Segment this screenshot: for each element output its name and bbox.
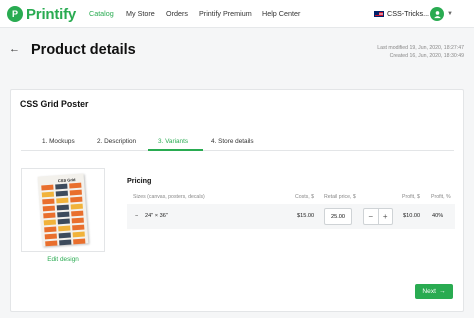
variant-profit: $10.00 [403,213,421,219]
printify-logo[interactable]: P Printify [7,5,76,23]
nav-link-catalog[interactable]: Catalog [89,9,114,18]
table-row: − 24" × 36" $15.00 25.00 − + $10.00 40% [127,204,455,229]
nav-link-orders[interactable]: Orders [166,9,188,18]
created-text: Created 16, Jun, 2020, 18:30:49 [389,53,464,59]
nav-link-my-store[interactable]: My Store [126,9,155,18]
user-avatar[interactable] [430,7,444,21]
next-button-label: Next [422,288,436,295]
nav-link-help-center[interactable]: Help Center [262,9,300,18]
mockup-image[interactable]: CSS Grid [21,168,105,252]
page-title: Product details [31,42,136,58]
top-navigation: P Printify Catalog My Store Orders Print… [0,0,474,28]
variant-size: 24" × 36" [145,213,168,219]
tab-mockups[interactable]: 1. Mockups [42,138,75,145]
last-modified-text: Last modified 19, Jun, 2020, 18:27:47 [377,45,464,51]
price-stepper: − + [363,208,393,225]
tab-description[interactable]: 2. Description [97,138,136,145]
increase-price-button[interactable]: + [379,209,393,224]
product-name: CSS Grid Poster [20,99,89,109]
store-name: CSS-Tricks... [387,9,430,18]
chevron-down-icon[interactable]: ▼ [447,11,453,17]
arrow-right-icon: → [438,288,446,295]
retail-price-input[interactable]: 25.00 [324,208,352,225]
column-header-retail: Retail price, $ [324,194,356,200]
arrow-left-icon[interactable]: ← [9,43,20,55]
user-icon [433,10,441,18]
poster-thumbnail: CSS Grid [37,173,89,247]
uk-flag-icon [374,10,384,17]
column-header-size: Sizes (canvas, posters, decals) [133,194,205,200]
poster-grid-graphic [41,182,86,247]
printify-logo-icon: P [7,6,23,22]
collapse-toggle[interactable]: − [135,213,138,219]
decrease-price-button[interactable]: − [364,209,379,224]
active-tab-indicator [148,149,203,151]
nav-link-printify-premium[interactable]: Printify Premium [199,9,252,18]
tab-store-details[interactable]: 4. Store details [211,138,254,145]
next-button[interactable]: Next → [415,284,453,299]
column-header-profit: Profit, $ [402,194,420,200]
edit-design-link[interactable]: Edit design [21,256,105,263]
brand-name: Printify [26,5,77,23]
product-tabs: 1. Mockups 2. Description 3. Variants 4.… [21,135,454,151]
product-card: CSS Grid Poster 1. Mockups 2. Descriptio… [10,89,464,312]
tab-variants[interactable]: 3. Variants [158,138,188,145]
column-header-cost: Costs, $ [295,194,315,200]
pricing-title: Pricing [127,176,152,185]
variant-profit-percent: 40% [432,213,444,219]
store-selector[interactable]: CSS-Tricks... ▼ [374,9,438,18]
column-header-profit-percent: Profit, % [431,194,451,200]
variant-cost: $15.00 [297,213,315,219]
